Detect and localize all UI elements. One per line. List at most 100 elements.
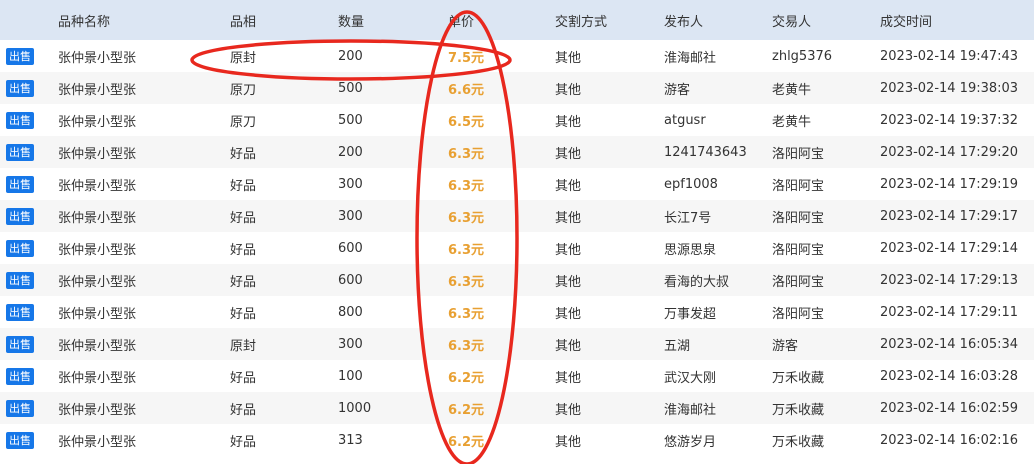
sell-badge[interactable]: 出售: [6, 111, 34, 129]
cell-time: 2023-02-14 16:03:28: [880, 360, 1034, 392]
cell-publisher[interactable]: 五湖: [664, 328, 772, 360]
cell-trader[interactable]: 洛阳阿宝: [772, 200, 880, 232]
cell-publisher[interactable]: 万事发超: [664, 296, 772, 328]
cell-name[interactable]: 张仲景小型张: [58, 40, 230, 72]
cell-name[interactable]: 张仲景小型张: [58, 200, 230, 232]
cell-trader[interactable]: 洛阳阿宝: [772, 264, 880, 296]
cell-trader[interactable]: zhlg5376: [772, 40, 880, 72]
cell-publisher[interactable]: 淮海邮社: [664, 392, 772, 424]
cell-name[interactable]: 张仲景小型张: [58, 392, 230, 424]
cell-quantity: 200: [338, 136, 448, 168]
cell-grade: 好品: [230, 424, 338, 456]
sell-badge[interactable]: 出售: [6, 271, 34, 289]
cell-delivery: 其他: [555, 200, 664, 232]
cell-name[interactable]: 张仲景小型张: [58, 104, 230, 136]
cell-publisher[interactable]: 悠游岁月: [664, 424, 772, 456]
cell-time: 2023-02-14 17:29:14: [880, 232, 1034, 264]
cell-time: 2023-02-14 16:05:34: [880, 328, 1034, 360]
cell-delivery: 其他: [555, 136, 664, 168]
cell-quantity: 300: [338, 168, 448, 200]
cell-trader[interactable]: 洛阳阿宝: [772, 168, 880, 200]
cell-name[interactable]: 张仲景小型张: [58, 424, 230, 456]
header-quantity[interactable]: 数量: [338, 0, 448, 40]
table-row: 出售 张仲景小型张 原刀 500 6.6元 其他 游客 老黄牛 2023-02-…: [0, 72, 1034, 104]
cell-publisher[interactable]: 武汉大刚: [664, 360, 772, 392]
cell-name[interactable]: 张仲景小型张: [58, 72, 230, 104]
cell-quantity: 313: [338, 424, 448, 456]
header-publisher[interactable]: 发布人: [664, 0, 772, 40]
cell-price: 6.3元: [448, 264, 555, 296]
cell-delivery: 其他: [555, 40, 664, 72]
table-row: 出售 张仲景小型张 原封 300 6.3元 其他 五湖 游客 2023-02-1…: [0, 328, 1034, 360]
cell-name[interactable]: 张仲景小型张: [58, 264, 230, 296]
cell-name[interactable]: 张仲景小型张: [58, 136, 230, 168]
cell-quantity: 600: [338, 264, 448, 296]
cell-trader[interactable]: 洛阳阿宝: [772, 296, 880, 328]
cell-name[interactable]: 张仲景小型张: [58, 232, 230, 264]
cell-publisher[interactable]: 淮海邮社: [664, 40, 772, 72]
cell-publisher[interactable]: epf1008: [664, 168, 772, 200]
cell-price: 6.2元: [448, 360, 555, 392]
sell-badge[interactable]: 出售: [6, 335, 34, 353]
cell-publisher[interactable]: 游客: [664, 72, 772, 104]
cell-grade: 好品: [230, 296, 338, 328]
table-row: 出售 张仲景小型张 原封 200 7.5元 其他 淮海邮社 zhlg5376 2…: [0, 40, 1034, 72]
header-delivery[interactable]: 交割方式: [555, 0, 664, 40]
cell-name[interactable]: 张仲景小型张: [58, 296, 230, 328]
sell-badge[interactable]: 出售: [6, 399, 34, 417]
cell-publisher[interactable]: 看海的大叔: [664, 264, 772, 296]
cell-price: 6.3元: [448, 168, 555, 200]
cell-trader[interactable]: 万禾收藏: [772, 360, 880, 392]
header-name[interactable]: 品种名称: [58, 0, 230, 40]
cell-trader[interactable]: 万禾收藏: [772, 392, 880, 424]
cell-price: 7.5元: [448, 40, 555, 72]
cell-delivery: 其他: [555, 296, 664, 328]
sell-badge[interactable]: 出售: [6, 431, 34, 449]
cell-delivery: 其他: [555, 264, 664, 296]
table-row: 出售 张仲景小型张 好品 800 6.3元 其他 万事发超 洛阳阿宝 2023-…: [0, 296, 1034, 328]
cell-publisher[interactable]: 1241743643: [664, 136, 772, 168]
sell-badge[interactable]: 出售: [6, 47, 34, 65]
sell-badge[interactable]: 出售: [6, 79, 34, 97]
sell-badge[interactable]: 出售: [6, 367, 34, 385]
cell-publisher[interactable]: 长江7号: [664, 200, 772, 232]
cell-trader[interactable]: 洛阳阿宝: [772, 232, 880, 264]
cell-grade: 好品: [230, 136, 338, 168]
cell-trader[interactable]: 洛阳阿宝: [772, 136, 880, 168]
header-trader[interactable]: 交易人: [772, 0, 880, 40]
cell-time: 2023-02-14 19:38:03: [880, 72, 1034, 104]
table-row: 出售 张仲景小型张 好品 600 6.3元 其他 看海的大叔 洛阳阿宝 2023…: [0, 264, 1034, 296]
cell-publisher[interactable]: atgusr: [664, 104, 772, 136]
cell-trader[interactable]: 老黄牛: [772, 104, 880, 136]
cell-delivery: 其他: [555, 168, 664, 200]
cell-name[interactable]: 张仲景小型张: [58, 360, 230, 392]
cell-time: 2023-02-14 17:29:20: [880, 136, 1034, 168]
sell-badge[interactable]: 出售: [6, 303, 34, 321]
header-grade[interactable]: 品相: [230, 0, 338, 40]
cell-trader[interactable]: 游客: [772, 328, 880, 360]
cell-trader[interactable]: 老黄牛: [772, 72, 880, 104]
cell-delivery: 其他: [555, 104, 664, 136]
header-time[interactable]: 成交时间: [880, 0, 1034, 40]
table-row: 出售 张仲景小型张 好品 313 6.2元 其他 悠游岁月 万禾收藏 2023-…: [0, 424, 1034, 456]
cell-trader[interactable]: 万禾收藏: [772, 424, 880, 456]
cell-grade: 原封: [230, 328, 338, 360]
cell-time: 2023-02-14 17:29:13: [880, 264, 1034, 296]
cell-grade: 好品: [230, 168, 338, 200]
sell-badge[interactable]: 出售: [6, 175, 34, 193]
cell-name[interactable]: 张仲景小型张: [58, 168, 230, 200]
cell-delivery: 其他: [555, 360, 664, 392]
table-row: 出售 张仲景小型张 好品 300 6.3元 其他 epf1008 洛阳阿宝 20…: [0, 168, 1034, 200]
sell-badge[interactable]: 出售: [6, 207, 34, 225]
sell-badge[interactable]: 出售: [6, 143, 34, 161]
cell-quantity: 500: [338, 104, 448, 136]
cell-price: 6.3元: [448, 296, 555, 328]
cell-name[interactable]: 张仲景小型张: [58, 328, 230, 360]
header-price[interactable]: 单价: [448, 0, 555, 40]
cell-grade: 原刀: [230, 104, 338, 136]
cell-quantity: 500: [338, 72, 448, 104]
sell-badge[interactable]: 出售: [6, 239, 34, 257]
table-row: 出售 张仲景小型张 好品 600 6.3元 其他 思源思泉 洛阳阿宝 2023-…: [0, 232, 1034, 264]
cell-publisher[interactable]: 思源思泉: [664, 232, 772, 264]
cell-grade: 好品: [230, 232, 338, 264]
